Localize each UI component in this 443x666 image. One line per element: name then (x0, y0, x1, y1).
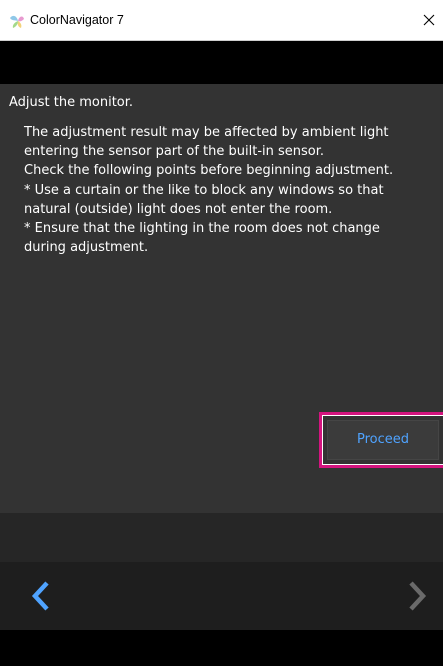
instruction-line: during adjustment. (24, 240, 149, 256)
chevron-right-icon (409, 581, 427, 611)
instructions-text: The adjustment result may be affected by… (24, 123, 438, 257)
close-icon (423, 14, 435, 26)
bottom-band (0, 630, 443, 666)
title-bar: ColorNavigator 7 (0, 0, 443, 41)
instruction-line: Check the following points before beginn… (24, 163, 394, 179)
page-heading: Adjust the monitor. (9, 95, 134, 110)
navigation-bar (0, 562, 443, 630)
instruction-line: The adjustment result may be affected by… (24, 125, 389, 140)
instruction-line: * Ensure that the lighting in the room d… (24, 221, 380, 237)
footer-band (0, 513, 443, 562)
header-band (0, 41, 443, 84)
instruction-line: * Use a curtain or the like to block any… (24, 182, 384, 198)
instruction-line: natural (outside) light does not enter t… (24, 201, 333, 217)
close-button[interactable] (409, 0, 443, 40)
proceed-button[interactable]: Proceed (327, 420, 439, 460)
instruction-line: entering the sensor part of the built-in… (24, 144, 325, 160)
colornavigator-logo-icon (9, 13, 25, 29)
back-button[interactable] (24, 576, 60, 616)
next-button[interactable] (398, 576, 434, 616)
chevron-left-icon (31, 581, 49, 611)
window-title: ColorNavigator 7 (30, 13, 124, 27)
